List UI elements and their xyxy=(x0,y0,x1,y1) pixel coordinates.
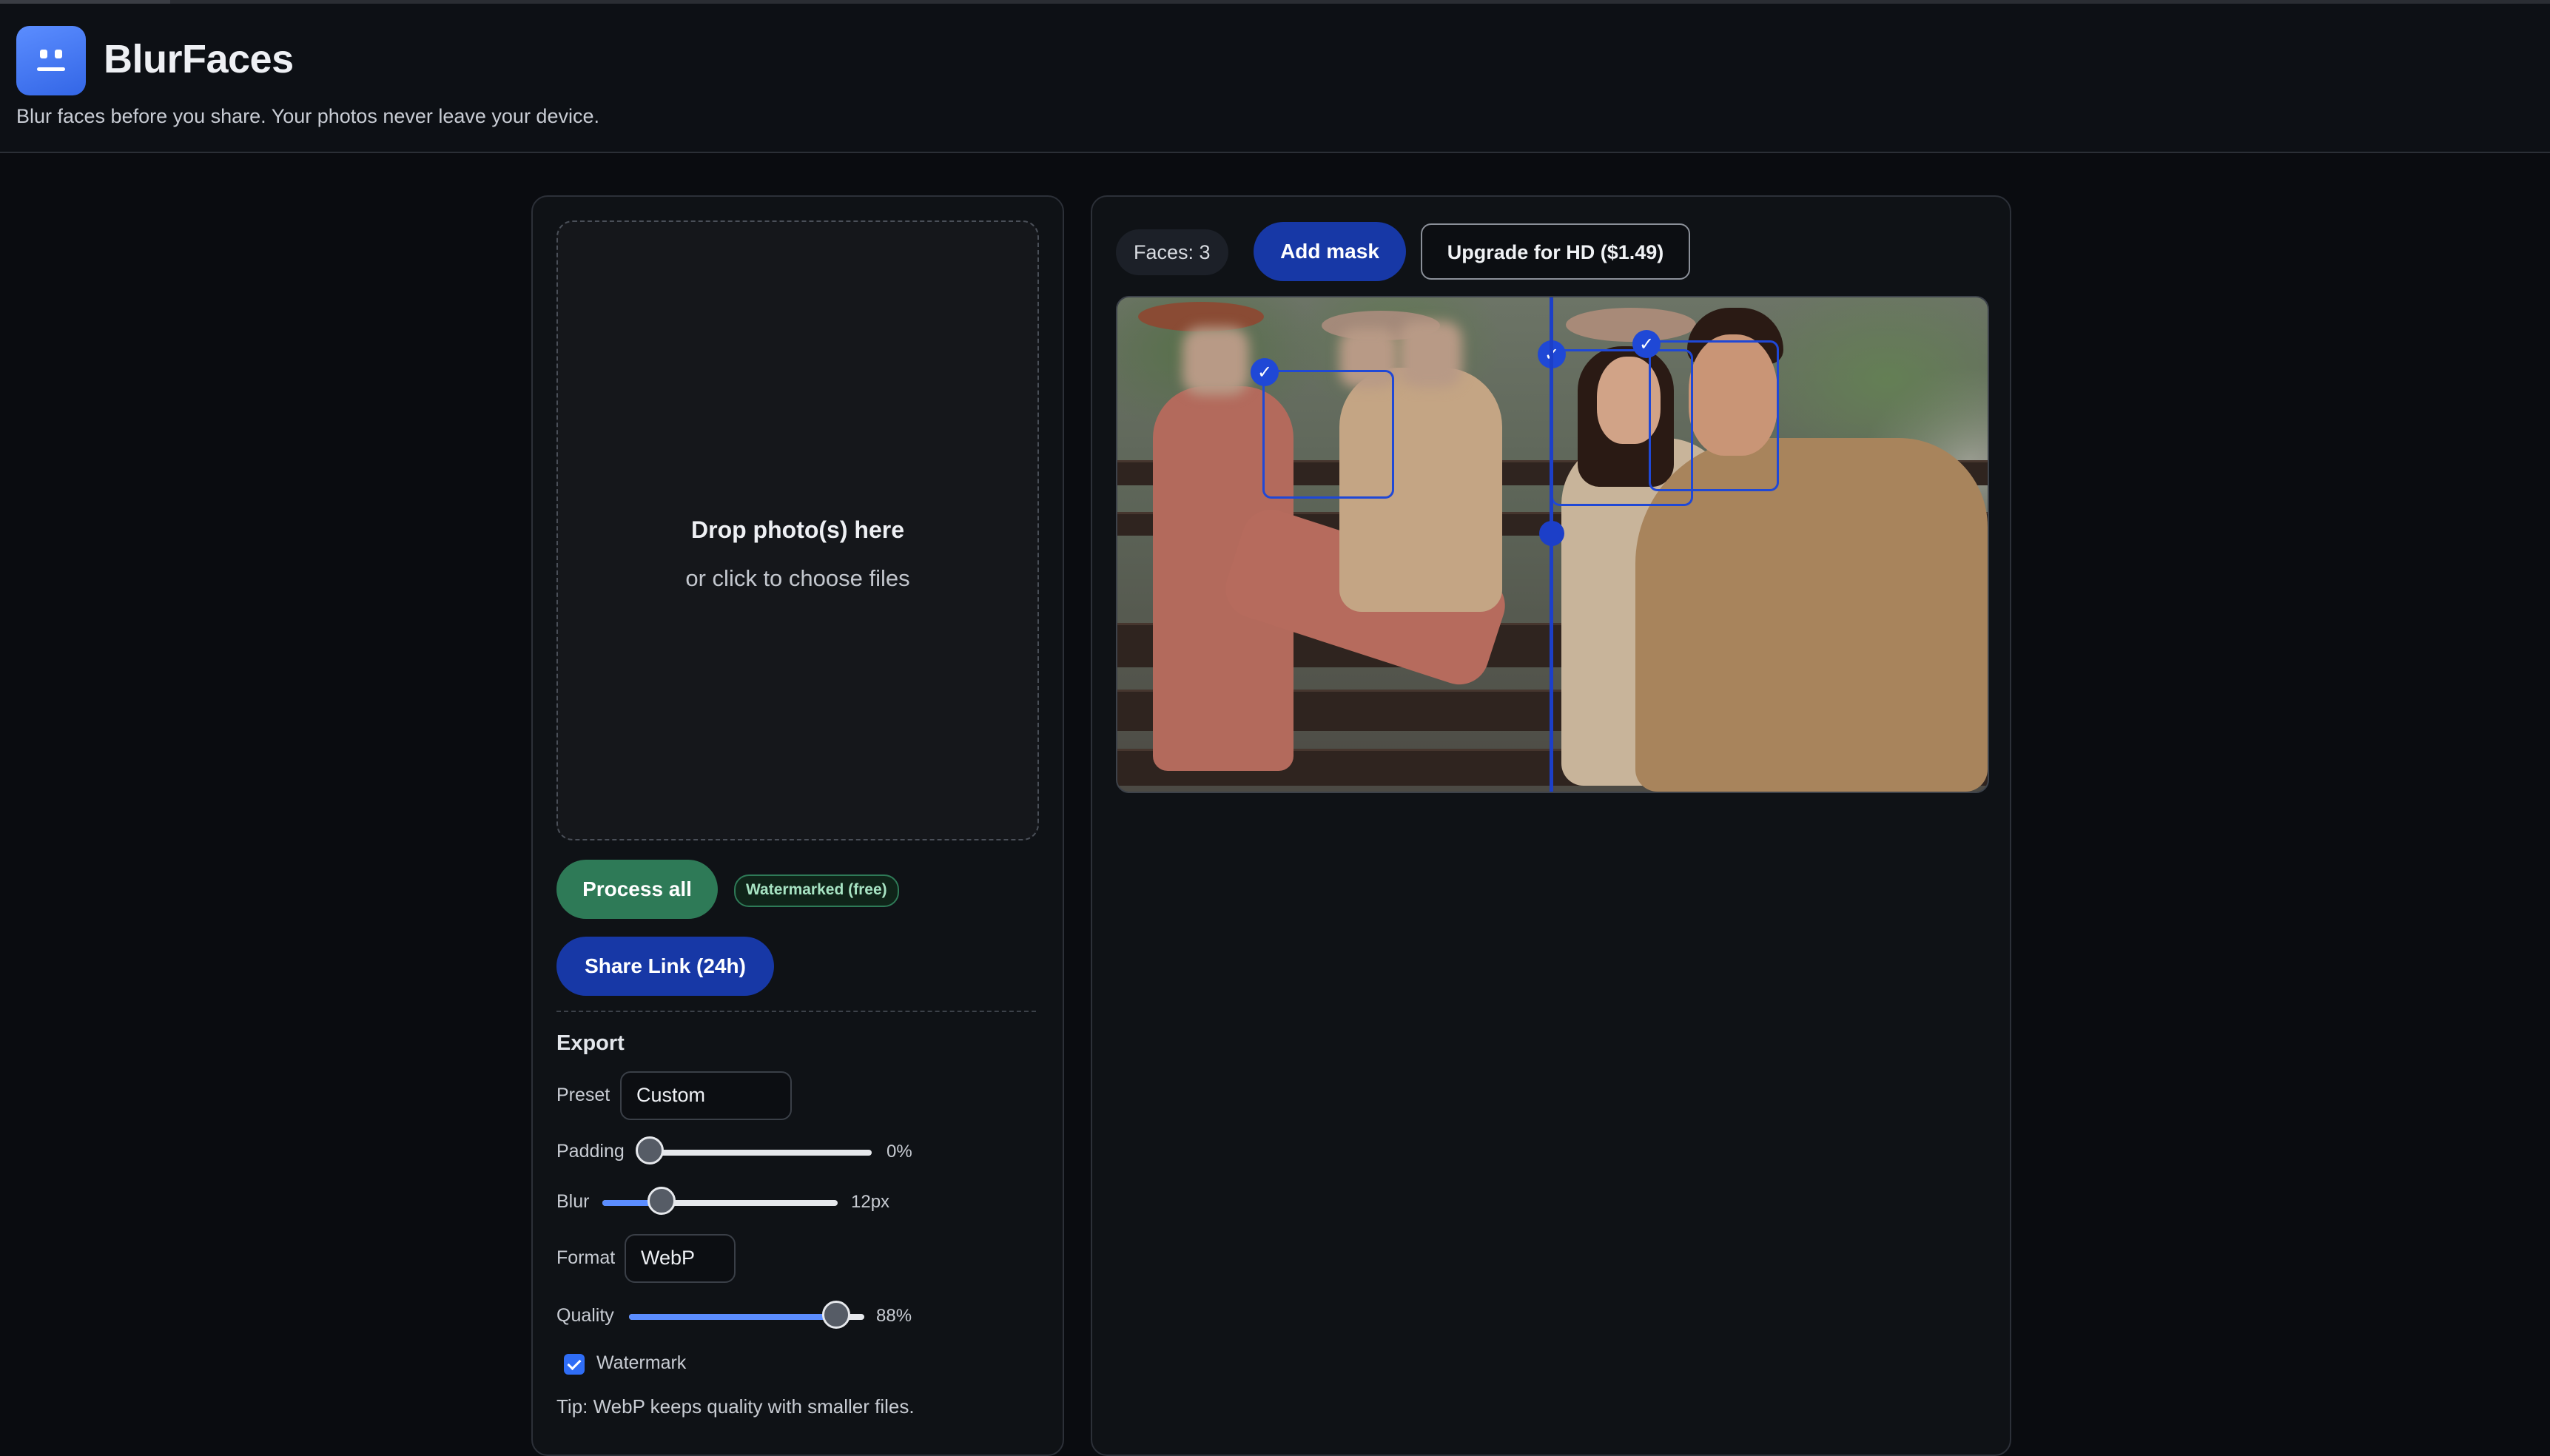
preview-panel: Faces: 3 Add mask Upgrade for HD ($1.49)… xyxy=(1091,195,2011,1456)
blurred-face xyxy=(1399,321,1462,388)
share-link-button[interactable]: Share Link (24h) xyxy=(556,937,774,996)
app-tagline: Blur faces before you share. Your photos… xyxy=(16,105,599,127)
dropzone-title: Drop photo(s) here xyxy=(691,516,904,543)
quality-slider[interactable] xyxy=(629,1301,864,1329)
blur-value: 12px xyxy=(851,1192,890,1212)
preset-label: Preset xyxy=(556,1085,610,1105)
watermark-checkbox[interactable] xyxy=(564,1354,585,1375)
add-mask-button[interactable]: Add mask xyxy=(1254,222,1406,281)
section-divider xyxy=(556,1011,1036,1012)
padding-value: 0% xyxy=(887,1142,912,1162)
dropzone-subtitle: or click to choose files xyxy=(685,565,910,591)
watermark-free-badge: Watermarked (free) xyxy=(734,874,899,907)
face-mask-box[interactable] xyxy=(1262,370,1394,499)
photo-dropzone[interactable]: Drop photo(s) here or click to choose fi… xyxy=(556,220,1039,840)
process-all-button[interactable]: Process all xyxy=(556,860,718,919)
preset-select[interactable]: Custom xyxy=(620,1071,792,1120)
face-icon xyxy=(16,26,86,95)
quality-value: 88% xyxy=(876,1306,912,1326)
blur-slider[interactable] xyxy=(602,1187,838,1215)
quality-label: Quality xyxy=(556,1305,614,1326)
blur-label: Blur xyxy=(556,1191,590,1212)
export-tip: Tip: WebP keeps quality with smaller fil… xyxy=(556,1395,915,1418)
padding-label: Padding xyxy=(556,1141,625,1162)
padding-slider[interactable] xyxy=(636,1136,872,1165)
format-select[interactable]: WebP xyxy=(625,1234,736,1283)
compare-divider-handle[interactable] xyxy=(1539,521,1564,546)
quality-slider-thumb[interactable] xyxy=(821,1301,850,1329)
check-icon[interactable]: ✓ xyxy=(1251,358,1279,386)
watermark-label: Watermark xyxy=(596,1352,687,1373)
app-title: BlurFaces xyxy=(104,37,294,81)
face-mask-box[interactable] xyxy=(1649,340,1779,491)
controls-panel: Drop photo(s) here or click to choose fi… xyxy=(531,195,1064,1456)
upgrade-hd-button[interactable]: Upgrade for HD ($1.49) xyxy=(1421,223,1690,280)
app-header: BlurFaces Blur faces before you share. Y… xyxy=(0,4,2550,153)
hat xyxy=(1566,308,1696,342)
format-label: Format xyxy=(556,1247,616,1268)
check-icon[interactable]: ✓ xyxy=(1632,330,1661,358)
export-heading: Export xyxy=(556,1031,625,1055)
quality-slider-fill xyxy=(629,1314,836,1320)
padding-slider-thumb[interactable] xyxy=(636,1136,664,1165)
blurred-face xyxy=(1183,327,1249,395)
blur-slider-thumb[interactable] xyxy=(647,1187,676,1215)
photo-compare-preview[interactable]: ✓ ✓ ✓ xyxy=(1116,296,1989,793)
faces-count-badge: Faces: 3 xyxy=(1116,229,1228,275)
